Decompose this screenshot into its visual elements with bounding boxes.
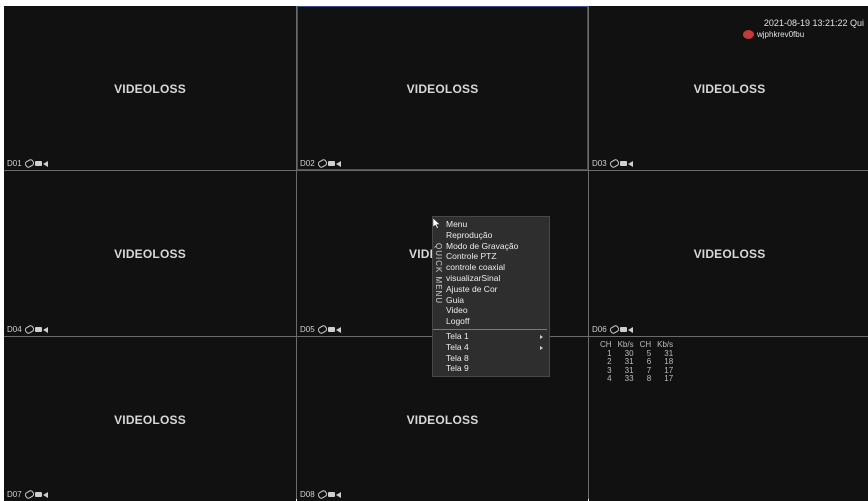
videoloss-text: VIDEOLOSS: [114, 247, 186, 261]
channel-label: D05: [300, 324, 341, 335]
bitrate-cell: 5: [646, 348, 652, 358]
menu-item-screen-9[interactable]: Tela 9: [446, 363, 545, 374]
camera-icon: [34, 327, 42, 332]
camera-tile-d06[interactable]: VIDEOLOSS D06: [589, 171, 868, 336]
bitrate-table: CH Kb/s CH Kb/s 1 30 5 31 2 31 6 18 3 31…: [597, 340, 676, 384]
link-icon: [608, 158, 620, 169]
speaker-icon: [627, 326, 633, 333]
menu-item-label: Tela 1: [446, 330, 469, 341]
videoloss-text: VIDEOLOSS: [114, 82, 186, 96]
bitrate-cell: 6: [646, 357, 652, 367]
channel-label: D01: [7, 158, 48, 169]
menu-item-screen-1[interactable]: Tela 1: [446, 331, 545, 342]
bitrate-cell: 7: [646, 365, 652, 375]
quick-menu-title: QUICK MENU: [434, 243, 443, 305]
menu-item-record-mode[interactable]: Modo de Gravação: [446, 241, 545, 252]
menu-item-coaxial-control[interactable]: controle coaxial: [446, 262, 545, 273]
menu-item-view-signal[interactable]: visualizarSinal: [446, 273, 545, 284]
videoloss-text: VIDEOLOSS: [693, 82, 766, 96]
menu-item-guide[interactable]: Guia: [446, 295, 545, 306]
camera-icon: [619, 327, 627, 332]
bitrate-stats: CH Kb/s CH Kb/s 1 30 5 31 2 31 6 18 3 31…: [597, 340, 676, 384]
speaker-icon: [335, 160, 341, 167]
speaker-icon: [42, 160, 48, 167]
mouse-cursor-icon: [433, 218, 441, 229]
link-icon: [23, 489, 35, 500]
menu-item-label: Tela 4: [446, 341, 469, 352]
menu-item-logoff[interactable]: Logoff: [446, 316, 545, 327]
user-icon: [743, 30, 754, 39]
link-icon: [23, 324, 35, 335]
user-indicator: wjphkrev0fbu: [743, 30, 804, 39]
chevron-right-icon: [540, 334, 543, 339]
channel-name: D03: [592, 159, 607, 168]
link-icon: [23, 158, 35, 169]
menu-item-playback[interactable]: Reprodução: [446, 230, 545, 241]
channel-label: D04: [7, 324, 48, 335]
camera-tile-d07[interactable]: VIDEOLOSS D07: [4, 337, 296, 501]
camera-icon: [34, 161, 42, 166]
camera-tile-d02[interactable]: VIDEOLOSS D02: [297, 6, 588, 170]
bitrate-cell: 8: [646, 374, 652, 384]
camera-tile-d01[interactable]: VIDEOLOSS D01: [4, 6, 296, 170]
speaker-icon: [42, 326, 48, 333]
link-icon: [316, 324, 328, 335]
bitrate-cell: 4: [607, 374, 612, 384]
videoloss-text: VIDEOLOSS: [406, 82, 479, 96]
camera-tile-d03[interactable]: 2021-08-19 13:21:22 Qui wjphkrev0fbu VID…: [589, 6, 868, 170]
menu-item-video[interactable]: Video: [446, 305, 545, 316]
menu-item-color-adjust[interactable]: Ajuste de Cor: [446, 284, 545, 295]
bitrate-panel: CH Kb/s CH Kb/s 1 30 5 31 2 31 6 18 3 31…: [589, 337, 868, 501]
camera-icon: [327, 492, 335, 497]
camera-icon: [327, 327, 335, 332]
camera-icon: [327, 161, 335, 166]
channel-name: D06: [592, 325, 607, 334]
channel-label: D07: [7, 489, 48, 500]
menu-item-menu[interactable]: Menu: [446, 219, 545, 230]
menu-item-screen-8[interactable]: Tela 8: [446, 353, 545, 364]
videoloss-text: VIDEOLOSS: [114, 413, 186, 427]
link-icon: [316, 158, 328, 169]
channel-label: D08: [300, 489, 341, 500]
datetime-text: 2021-08-19 13:21:22 Qui: [763, 18, 864, 28]
channel-name: D08: [300, 490, 315, 499]
speaker-icon: [335, 491, 341, 498]
camera-icon: [34, 492, 42, 497]
videoloss-text: VIDEOLOSS: [406, 413, 479, 427]
chevron-right-icon: [540, 345, 543, 350]
channel-name: D01: [7, 159, 22, 168]
menu-item-ptz-control[interactable]: Controle PTZ: [446, 251, 545, 262]
bitrate-cell: 17: [664, 374, 674, 384]
channel-name: D04: [7, 325, 22, 334]
speaker-icon: [335, 326, 341, 333]
menu-item-screen-4[interactable]: Tela 4: [446, 342, 545, 353]
videoloss-text: VIDEOLOSS: [693, 247, 766, 261]
channel-name: D07: [7, 490, 22, 499]
channel-label: D02: [300, 158, 341, 169]
user-name: wjphkrev0fbu: [757, 30, 805, 39]
link-icon: [316, 489, 328, 500]
bitrate-row: 4 33 8 17: [597, 375, 676, 384]
channel-name: D05: [300, 325, 315, 334]
channel-name: D02: [300, 159, 315, 168]
channel-label: D06: [592, 324, 633, 335]
camera-icon: [619, 161, 627, 166]
quick-menu-items: Menu Reprodução Modo de Gravação Control…: [433, 219, 547, 374]
channel-label: D03: [592, 158, 633, 169]
speaker-icon: [42, 491, 48, 498]
camera-tile-d04[interactable]: VIDEOLOSS D04: [4, 171, 296, 336]
menu-separator: [433, 328, 547, 330]
quick-menu: QUICK MENU Menu Reprodução Modo de Grava…: [432, 216, 550, 377]
bitrate-cell: 33: [624, 374, 634, 384]
bitrate-header: CH: [639, 340, 652, 349]
speaker-icon: [627, 160, 633, 167]
link-icon: [608, 324, 620, 335]
